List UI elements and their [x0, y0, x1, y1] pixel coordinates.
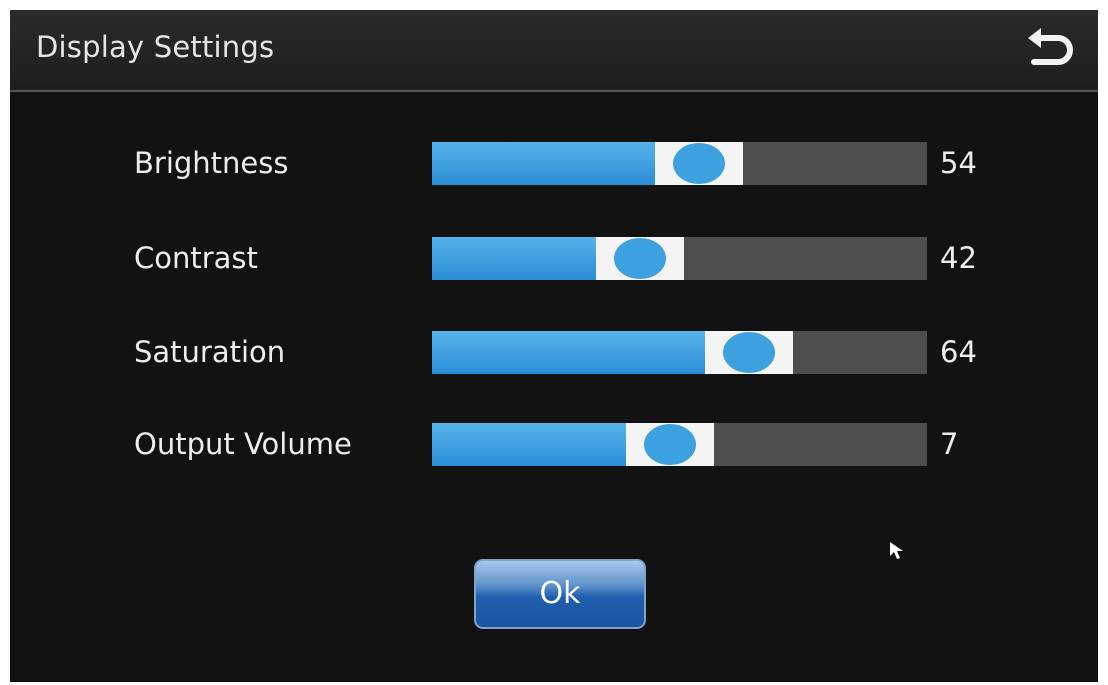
display-settings-screen: Display Settings Brightness 54 Contrast …: [10, 10, 1098, 682]
slider-value: 64: [940, 335, 977, 369]
slider-knob: [613, 238, 666, 279]
slider-thumb[interactable]: [625, 423, 714, 466]
ok-button[interactable]: Ok: [474, 559, 646, 629]
slider-label: Brightness: [134, 146, 289, 180]
slider-label: Output Volume: [134, 427, 352, 461]
slider-fill: [432, 331, 749, 374]
slider-knob: [722, 332, 775, 373]
slider-value: 54: [940, 146, 977, 180]
slider-value: 7: [940, 427, 959, 461]
slider-label: Contrast: [134, 241, 258, 275]
slider-thumb[interactable]: [704, 331, 793, 374]
contrast-slider[interactable]: [432, 237, 927, 280]
output-volume-slider[interactable]: [432, 423, 927, 466]
slider-row-output-volume: Output Volume 7: [10, 414, 1098, 474]
brightness-slider[interactable]: [432, 142, 927, 185]
slider-label: Saturation: [134, 335, 286, 369]
slider-thumb[interactable]: [595, 237, 684, 280]
slider-knob: [643, 424, 696, 465]
slider-row-saturation: Saturation 64: [10, 322, 1098, 382]
slider-row-brightness: Brightness 54: [10, 133, 1098, 193]
slider-value: 42: [940, 241, 977, 275]
slider-thumb[interactable]: [655, 142, 744, 185]
undo-arrow-icon: [1028, 28, 1073, 65]
mouse-pointer-icon: [890, 542, 903, 559]
saturation-slider[interactable]: [432, 331, 927, 374]
slider-row-contrast: Contrast 42: [10, 228, 1098, 288]
slider-knob: [673, 143, 726, 184]
back-button[interactable]: [1024, 24, 1078, 76]
header-bar: Display Settings: [10, 10, 1098, 92]
page-title: Display Settings: [36, 30, 275, 64]
